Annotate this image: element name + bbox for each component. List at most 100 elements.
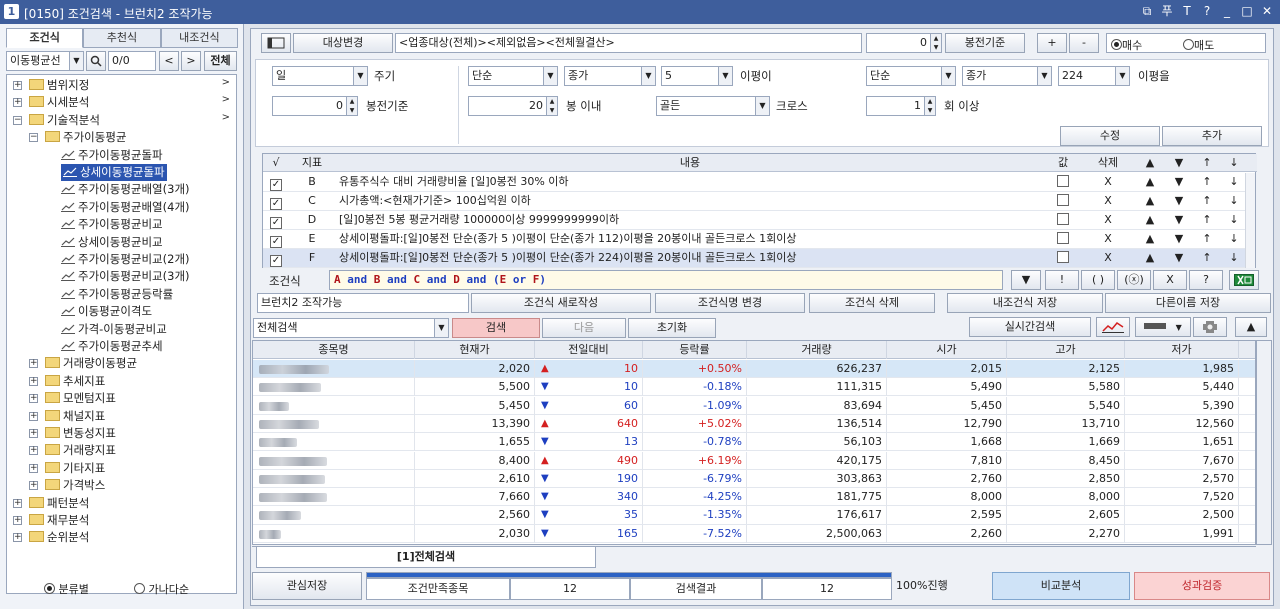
radio-sell[interactable]: 매도 — [1183, 37, 1214, 53]
result-row[interactable]: 2,560 ▼ 35 -1.35% 176,617 2,595 2,605 2,500 — [253, 506, 1255, 525]
result-row[interactable]: 8,400 ▲ 490 +6.19% 420,175 7,810 8,450 7,670 — [253, 451, 1255, 470]
search-button[interactable] — [86, 51, 106, 71]
expand-icon[interactable]: + — [13, 498, 22, 508]
tree-item[interactable]: 주가이동평균추세 — [61, 338, 163, 355]
plus-button[interactable]: + — [1037, 33, 1067, 53]
compare-button[interactable]: 비교분석 — [992, 572, 1130, 600]
result-row[interactable]: 5,450 ▼ 60 -1.09% 83,694 5,450 5,540 5,390 — [253, 396, 1255, 415]
expand-icon[interactable]: + — [13, 81, 22, 90]
expand-icon[interactable]: + — [29, 394, 38, 404]
tree-item[interactable]: + 변동성지표 — [29, 425, 116, 442]
excel-button[interactable] — [1229, 270, 1259, 290]
search-count[interactable]: 0/0 — [108, 51, 156, 71]
tree-item[interactable]: − 기술적분석 — [13, 112, 100, 129]
clear-icon[interactable]: X — [1153, 270, 1187, 290]
expand-icon[interactable]: + — [13, 533, 22, 543]
condition-row[interactable]: ✓ E 상세이평돌파:[일]0봉전 단순(종가 5 )이평이 단순(종가 112)이… — [263, 230, 1247, 249]
move-top-icon[interactable]: ↑ — [1193, 230, 1221, 248]
new-condition-button[interactable]: 조건식 새로작성 — [471, 293, 651, 313]
expand-icon[interactable]: + — [29, 359, 38, 369]
expand-icon[interactable]: + — [29, 411, 38, 421]
tab-conditions[interactable]: 조건식 — [6, 28, 84, 48]
results-scrollbar[interactable] — [1256, 340, 1272, 545]
dropdown-icon[interactable]: ▼ — [1011, 270, 1041, 290]
offset-input[interactable]: 0 ▲ ▼ — [272, 96, 358, 116]
value-checkbox[interactable] — [1045, 192, 1081, 210]
tab-all-results[interactable]: [1]전체검색 — [256, 547, 596, 568]
bong-offset-input[interactable]: 0 ▲ ▼ — [866, 33, 942, 53]
value-checkbox[interactable] — [1045, 211, 1081, 229]
tree-item[interactable]: + 범위지정 — [13, 77, 89, 94]
move-down-icon[interactable]: ▼ — [1165, 192, 1193, 210]
scope-select[interactable]: 전체검색 ▼ — [253, 318, 449, 338]
expand-icon[interactable]: + — [13, 516, 22, 525]
next-button[interactable]: > — [181, 51, 201, 71]
radio-by-category[interactable]: 분류별 — [44, 581, 89, 597]
move-bottom-icon[interactable]: ↓ — [1221, 249, 1247, 267]
tree-item[interactable]: + 순위분석 — [13, 529, 89, 546]
clear-paren-icon[interactable]: (ⓧ) — [1117, 270, 1151, 290]
stepper-icon[interactable]: ▲ ▼ — [924, 97, 935, 115]
window-toggle-button[interactable] — [261, 33, 291, 53]
tree-item[interactable]: − 주가이동평균 — [29, 129, 126, 146]
move-up-icon[interactable]: ▲ — [1135, 192, 1165, 210]
result-row[interactable]: 2,020 ▲ 10 +0.50% 626,237 2,015 2,125 1,985 — [253, 360, 1255, 379]
realtime-search-button[interactable]: 실시간검색 — [969, 317, 1091, 337]
font-icon[interactable]: T — [1180, 4, 1194, 19]
condition-row[interactable]: ✓ F 상세이평돌파:[일]0봉전 단순(종가 5 )이평이 단순(종가 224)이… — [263, 249, 1247, 268]
edit-button[interactable]: 수정 — [1060, 126, 1160, 146]
move-up-icon[interactable]: ▲ — [1135, 173, 1165, 191]
move-bottom-icon[interactable]: ↓ — [1221, 211, 1247, 229]
value-checkbox[interactable] — [1045, 230, 1081, 248]
stepper-icon[interactable]: ▲ ▼ — [346, 97, 357, 115]
tree-item[interactable]: + 채널지표 — [29, 408, 105, 425]
save-favorites-button[interactable]: 관심저장 — [252, 572, 362, 600]
collapse-button[interactable]: ▲ — [1235, 317, 1267, 337]
move-down-icon[interactable]: ▼ — [1165, 211, 1193, 229]
expand-icon[interactable]: + — [29, 376, 38, 386]
save-condition-button[interactable]: 내조건식 저장 — [947, 293, 1103, 313]
tree-item[interactable]: + 재무분석 — [13, 512, 89, 529]
delete-condition-button[interactable]: 조건식 삭제 — [809, 293, 935, 313]
row-checkbox[interactable]: ✓ — [263, 192, 289, 210]
stepper-icon[interactable]: ▲ ▼ — [930, 34, 941, 52]
formula-input[interactable]: A and B and C and D and (E or F) — [329, 270, 1003, 290]
ma1-price-select[interactable]: 종가 ▼ — [564, 66, 656, 86]
row-checkbox[interactable]: ✓ — [263, 173, 289, 191]
expand-icon[interactable]: + — [13, 98, 22, 108]
move-down-icon[interactable]: ▼ — [1165, 173, 1193, 191]
value-checkbox[interactable] — [1045, 173, 1081, 191]
expand-icon[interactable]: + — [29, 429, 38, 438]
restore-layout-icon[interactable]: ⧉ — [1140, 4, 1154, 19]
move-top-icon[interactable]: ↑ — [1193, 173, 1221, 191]
result-row[interactable]: 1,655 ▼ 13 -0.78% 56,103 1,668 1,669 1,651 — [253, 433, 1255, 452]
condition-scrollbar[interactable] — [1245, 173, 1255, 268]
tree-item[interactable]: + 모멘텀지표 — [29, 390, 116, 407]
move-top-icon[interactable]: ↑ — [1193, 192, 1221, 210]
target-change-button[interactable]: 대상변경 — [293, 33, 393, 53]
delete-x-icon[interactable]: X — [1081, 211, 1135, 229]
times-input[interactable]: 1 ▲ ▼ — [866, 96, 936, 116]
row-checkbox[interactable]: ✓ — [263, 249, 289, 267]
next-page-button[interactable]: 다음 — [542, 318, 626, 338]
delete-x-icon[interactable]: X — [1081, 192, 1135, 210]
maximize-icon[interactable]: □ — [1240, 4, 1254, 19]
ma1-period-select[interactable]: 5 ▼ — [661, 66, 733, 86]
value-checkbox[interactable] — [1045, 249, 1081, 267]
minimize-icon[interactable]: _ — [1220, 4, 1234, 19]
all-button[interactable]: 전체 — [204, 51, 237, 71]
layout-select[interactable]: ▼ — [1135, 317, 1191, 337]
move-bottom-icon[interactable]: ↓ — [1221, 230, 1247, 248]
move-up-icon[interactable]: ▲ — [1135, 211, 1165, 229]
move-up-icon[interactable]: ▲ — [1135, 249, 1165, 267]
chart-button[interactable] — [1096, 317, 1130, 337]
parentheses-icon[interactable]: ( ) — [1081, 270, 1115, 290]
tree-item[interactable]: 가격-이동평균비교 — [61, 321, 167, 338]
tree-item[interactable]: + 추세지표 — [29, 373, 105, 390]
delete-x-icon[interactable]: X — [1081, 230, 1135, 248]
result-row[interactable]: 7,660 ▼ 340 -4.25% 181,775 8,000 8,000 7,520 — [253, 488, 1255, 507]
help-icon[interactable]: ? — [1200, 4, 1214, 19]
reset-button[interactable]: 초기화 — [628, 318, 716, 338]
tree-item[interactable]: 주가이동평균돌파 — [61, 147, 163, 164]
bong-basis-button[interactable]: 봉전기준 — [945, 33, 1025, 53]
